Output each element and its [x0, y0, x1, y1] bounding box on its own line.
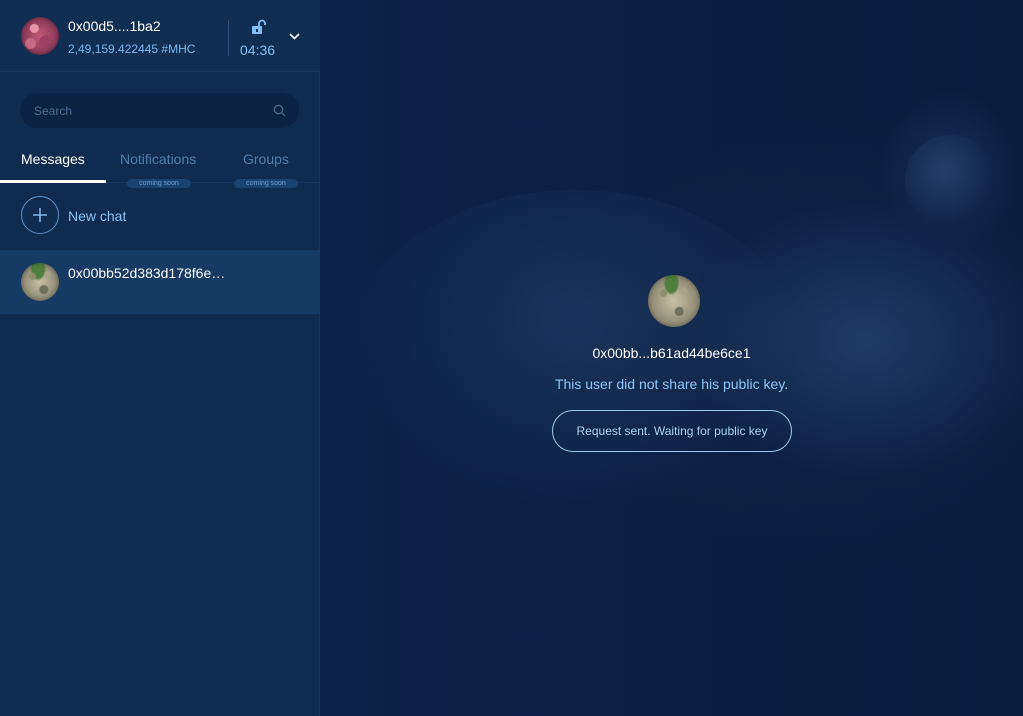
- chat-name: 0x00bb52d383d178f6e…: [68, 265, 226, 281]
- sidebar: 0x00d5....1ba2 2,49,159.422445 #MHC 04:3…: [0, 0, 320, 716]
- account-balance: 2,49,159.422445 #MHC: [68, 42, 196, 56]
- coming-soon-badge: coming soon: [234, 179, 298, 188]
- tab-notifications[interactable]: Notifications: [120, 151, 196, 167]
- tab-messages[interactable]: Messages: [21, 151, 85, 167]
- header-divider: [228, 20, 229, 56]
- contact-avatar: [648, 275, 700, 327]
- new-chat-button[interactable]: [21, 196, 59, 234]
- conversation-panel: 0x00bb...b61ad44be6ce1 This user did not…: [320, 0, 1023, 716]
- active-tab-indicator: [0, 180, 106, 183]
- coming-soon-badge: coming soon: [127, 179, 191, 188]
- search-icon[interactable]: [273, 104, 286, 117]
- search-input[interactable]: [34, 93, 264, 128]
- contact-info: 0x00bb...b61ad44be6ce1 This user did not…: [320, 0, 1023, 716]
- search-box: [20, 93, 299, 128]
- public-key-status: This user did not share his public key.: [554, 376, 789, 392]
- session-timer: 04:36: [240, 42, 276, 58]
- plus-icon: [33, 208, 47, 222]
- contact-address: 0x00bb...b61ad44be6ce1: [592, 345, 751, 361]
- account-address: 0x00d5....1ba2: [68, 18, 161, 34]
- unlock-icon[interactable]: [250, 19, 266, 35]
- account-header: 0x00d5....1ba2 2,49,159.422445 #MHC 04:3…: [0, 0, 320, 72]
- account-avatar[interactable]: [21, 17, 59, 55]
- chat-list-item[interactable]: 0x00bb52d383d178f6e…: [0, 250, 320, 314]
- tab-groups[interactable]: Groups: [243, 151, 289, 167]
- chevron-down-icon[interactable]: [288, 31, 301, 41]
- messenger-app: 0x00d5....1ba2 2,49,159.422445 #MHC 04:3…: [0, 0, 1023, 716]
- chat-avatar: [21, 263, 59, 301]
- request-public-key-button[interactable]: Request sent. Waiting for public key: [552, 410, 792, 452]
- new-chat-label[interactable]: New chat: [68, 208, 126, 224]
